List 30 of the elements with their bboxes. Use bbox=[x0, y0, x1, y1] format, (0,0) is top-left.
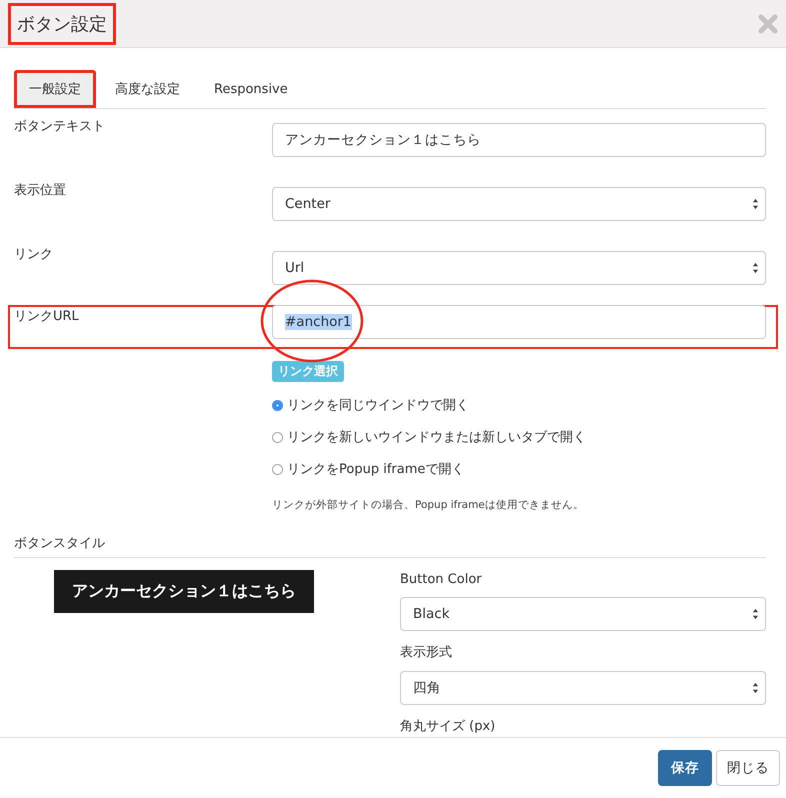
select-field[interactable]: Url bbox=[272, 251, 766, 285]
select-field[interactable]: 四角 bbox=[400, 671, 766, 705]
select-arrows-icon bbox=[752, 682, 759, 694]
select-field[interactable]: Center bbox=[272, 187, 766, 221]
text-field[interactable]: #anchor1 bbox=[272, 305, 766, 339]
tab[interactable]: 一般設定 bbox=[14, 70, 96, 108]
field-label: 表示形式 bbox=[400, 644, 453, 661]
field-label: Button Color bbox=[400, 572, 483, 587]
tab[interactable]: 高度な設定 bbox=[100, 70, 195, 108]
help-text: リンクが外部サイトの場合、Popup iframeは使用できません。 bbox=[272, 498, 584, 512]
close-icon[interactable] bbox=[758, 14, 778, 34]
radio-button[interactable] bbox=[272, 464, 283, 474]
select-arrows-icon bbox=[752, 262, 759, 274]
field-label: 角丸サイズ (px) bbox=[400, 718, 496, 735]
radio-button[interactable] bbox=[272, 432, 283, 442]
tab[interactable]: Responsive bbox=[199, 70, 303, 108]
field-label: リンク bbox=[14, 246, 54, 264]
section-heading: ボタンスタイル bbox=[14, 534, 766, 558]
select-arrows-icon bbox=[752, 608, 759, 620]
dialog-title: ボタン設定 bbox=[8, 2, 116, 44]
radio-button[interactable] bbox=[272, 400, 283, 410]
field-label: 表示位置 bbox=[14, 182, 67, 200]
select-arrows-icon bbox=[752, 198, 759, 210]
field-label: ボタンテキスト bbox=[14, 118, 106, 136]
select-field[interactable]: Black bbox=[400, 597, 766, 631]
save-button[interactable]: 保存 bbox=[658, 750, 712, 786]
button-preview: アンカーセクション１はこちら bbox=[54, 570, 314, 613]
text-field[interactable]: アンカーセクション１はこちら bbox=[272, 123, 766, 157]
field-label: リンクURL bbox=[14, 308, 80, 325]
close-button[interactable]: 閉じる bbox=[716, 750, 780, 786]
